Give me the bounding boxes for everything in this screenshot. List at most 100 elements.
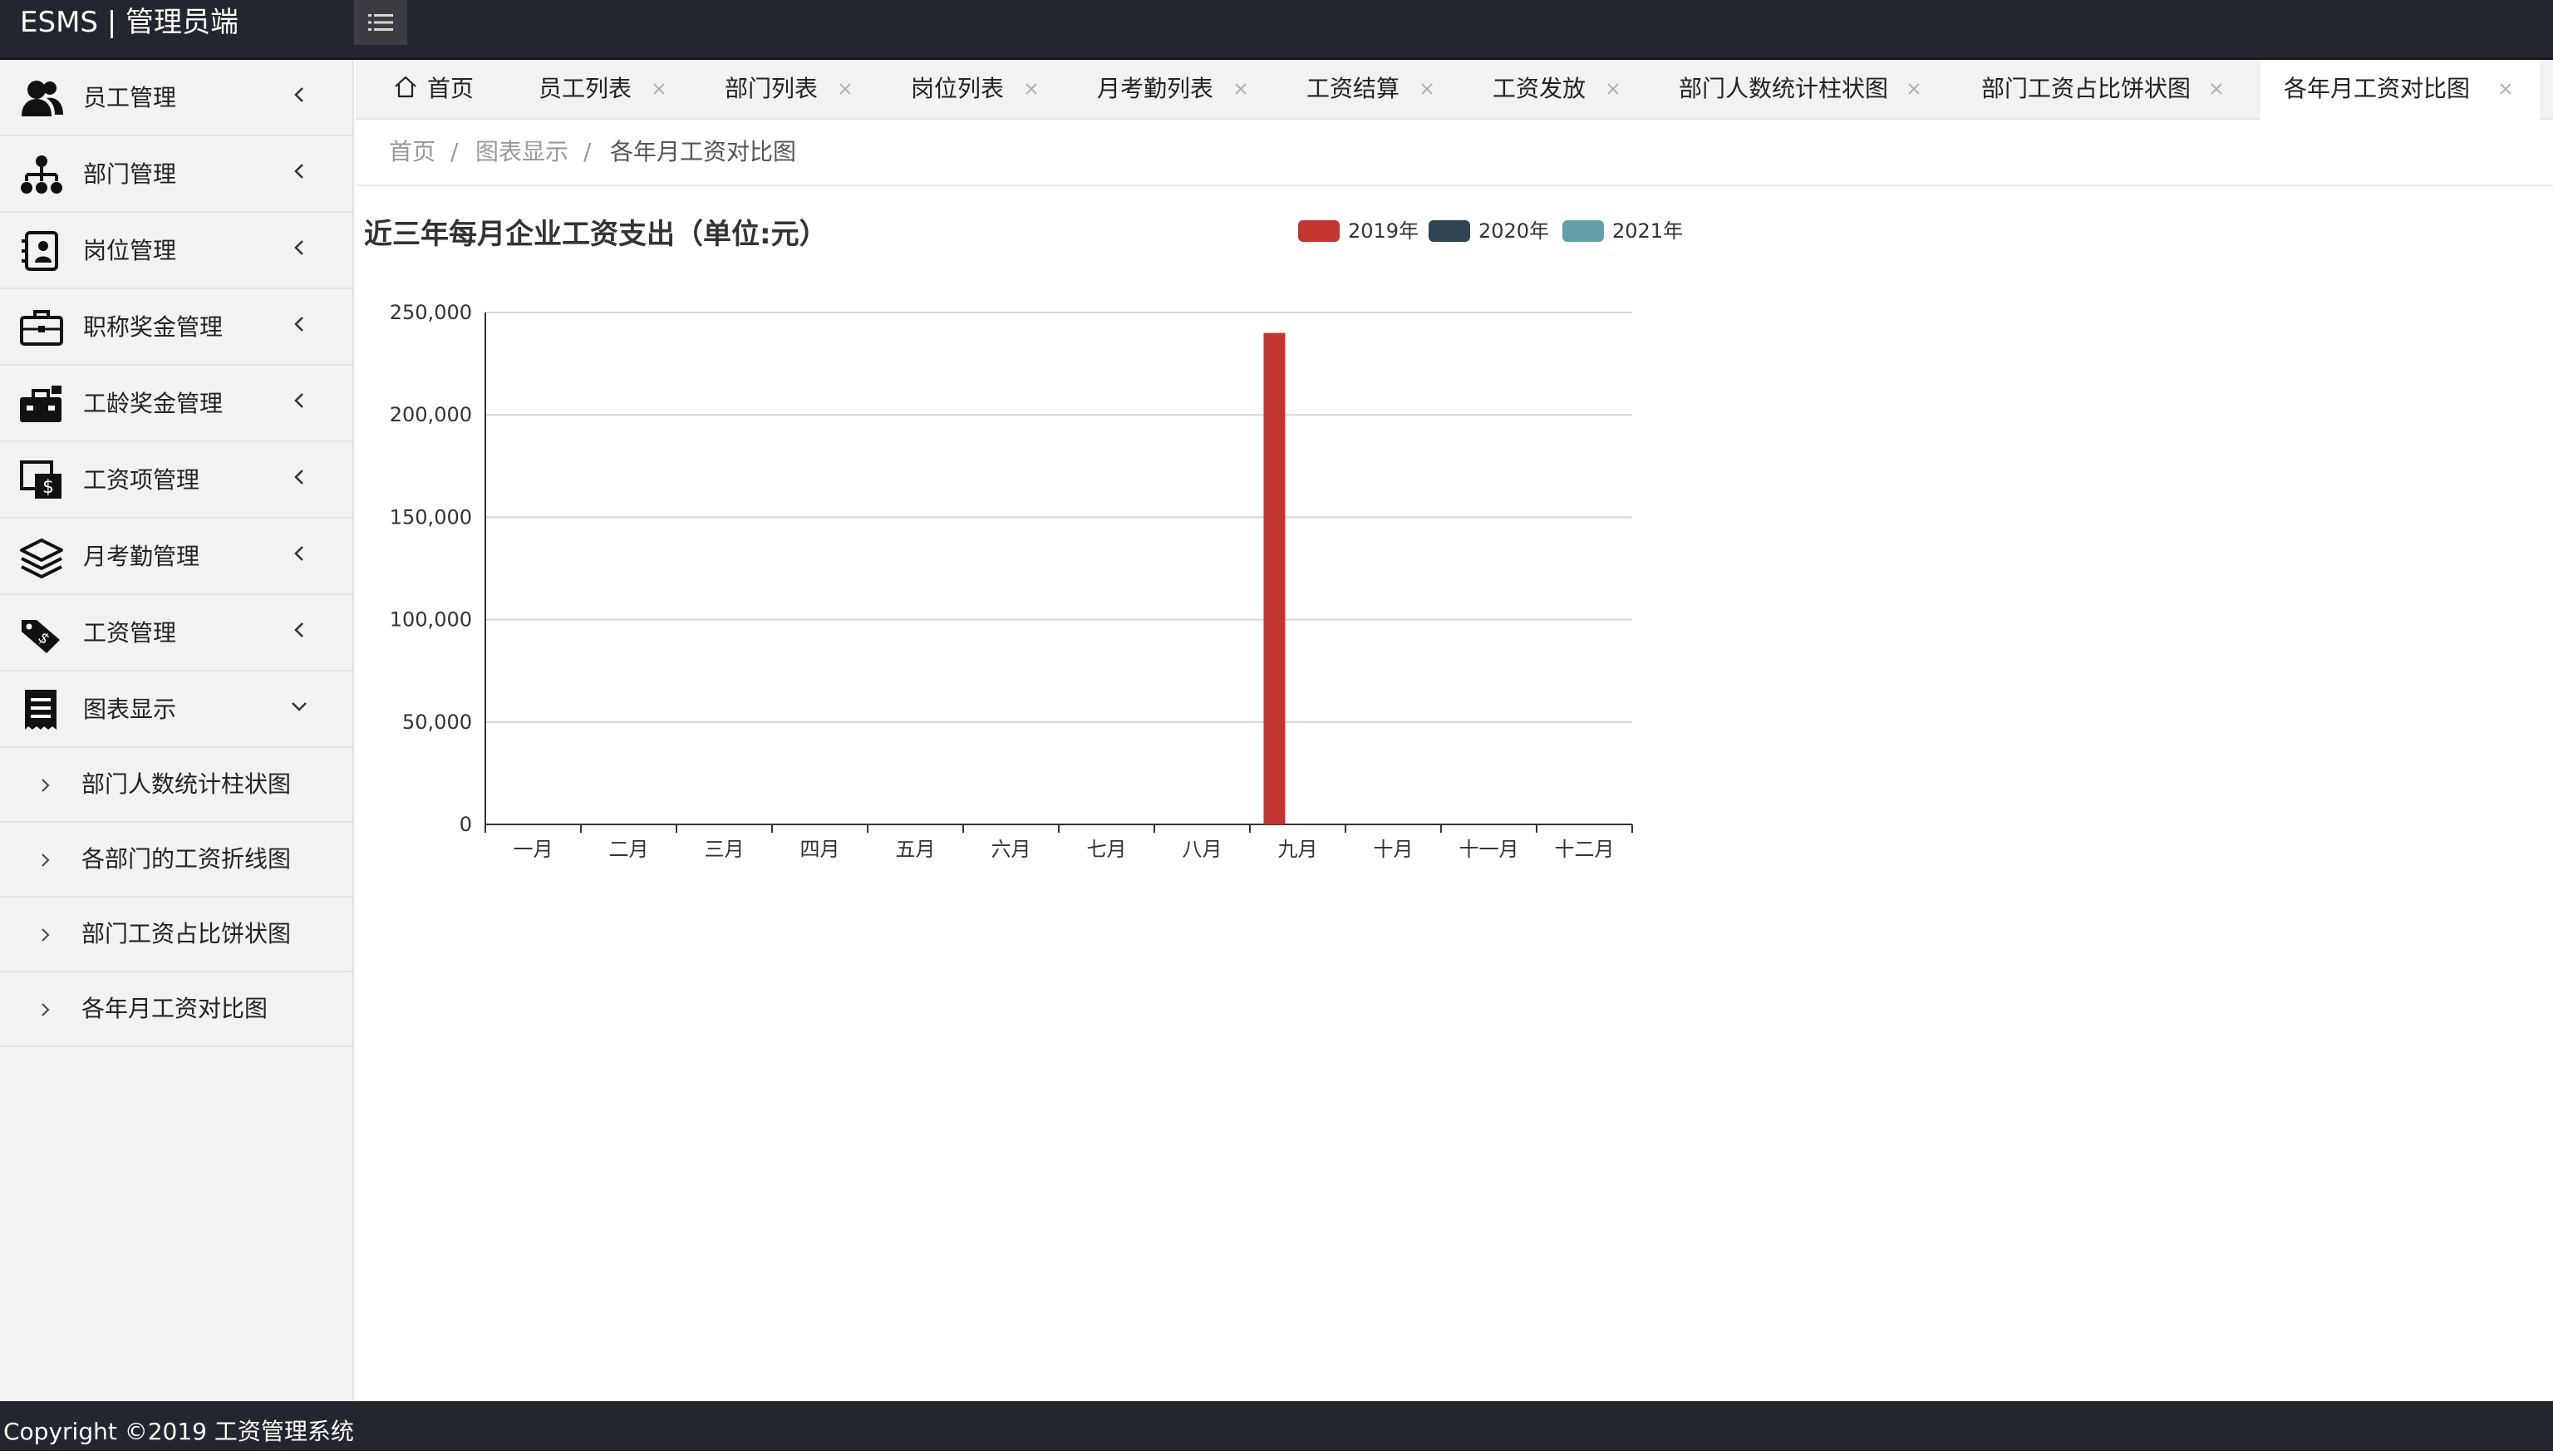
breadcrumb-item-home[interactable]: 首页 <box>389 120 435 184</box>
x-tick-label: 八月 <box>1183 838 1222 861</box>
badge-icon <box>22 231 58 271</box>
tab-salary-payment[interactable]: 工资发放 <box>1493 60 1650 118</box>
x-tick-label: 七月 <box>1087 838 1127 861</box>
users-icon <box>22 81 63 116</box>
sidebar-item-label: 图表显示 <box>83 696 177 723</box>
y-tick-label: 200,000 <box>390 403 472 426</box>
tab-salary-settlement[interactable]: 工资结算 <box>1306 60 1464 118</box>
tab-bar: 首页 员工列表 部门列表 岗位列表 月考勤列表 工资结算 工资发放 部门人数统计… <box>356 60 2553 120</box>
close-icon[interactable] <box>2209 81 2224 96</box>
close-icon[interactable] <box>1606 81 1621 96</box>
y-tick-label: 250,000 <box>390 301 472 324</box>
breadcrumb-separator: / <box>450 138 459 165</box>
sidebar-item-label: 月考勤管理 <box>83 543 200 570</box>
sidebar-item-salary-items[interactable]: $ 工资项管理 <box>0 442 352 519</box>
tab-label: 月考勤列表 <box>1097 75 1214 102</box>
x-tick-label: 四月 <box>800 838 840 861</box>
top-header: ESMS | 管理员端 <box>0 0 2553 60</box>
sidebar: 员工管理 部门管理 岗位管理 职称奖金管理 工龄奖金管理 $ 工资项管理 月考勤… <box>0 60 354 1401</box>
sidebar-item-employee[interactable]: 员工管理 <box>0 60 352 136</box>
chevron-left-icon <box>294 240 303 255</box>
sidebar-subitem-dept-headcount-bar[interactable]: 部门人数统计柱状图 <box>0 748 352 823</box>
chevron-left-icon <box>294 393 303 408</box>
sidebar-item-department[interactable]: 部门管理 <box>0 136 352 213</box>
legend-label: 2020年 <box>1478 219 1550 243</box>
tab-yearly-monthly-salary[interactable]: 各年月工资对比图 <box>2260 60 2540 120</box>
x-tick-label: 三月 <box>705 838 745 861</box>
x-tick-label: 十一月 <box>1459 838 1519 861</box>
sidebar-subitem-yearly-monthly-salary[interactable]: 各年月工资对比图 <box>0 972 352 1047</box>
sitemap-icon <box>21 155 62 194</box>
chevron-left-icon <box>294 546 303 561</box>
breadcrumb-item-charts[interactable]: 图表显示 <box>475 120 568 184</box>
tags-icon: $ <box>22 620 60 653</box>
x-tick-label: 九月 <box>1278 838 1318 861</box>
close-icon[interactable] <box>1906 81 1921 96</box>
close-icon[interactable] <box>1024 81 1039 96</box>
copyright-text: Copyright ©2019 工资管理系统 <box>3 1418 354 1445</box>
tab-label: 工资结算 <box>1306 75 1400 102</box>
chevron-right-icon <box>42 1003 50 1016</box>
close-icon[interactable] <box>1419 81 1434 96</box>
chevron-left-icon <box>294 317 303 332</box>
list-icon <box>368 14 393 31</box>
x-tick-label: 十二月 <box>1555 838 1615 861</box>
x-tick-label: 六月 <box>991 838 1031 861</box>
legend-swatch <box>1562 220 1604 242</box>
salary-comparison-bar-chart: 0 50,000 100,000 150,000 200,000 250,000 一月 二月 三… <box>390 301 1633 861</box>
x-tick-label: 一月 <box>514 838 553 861</box>
sidebar-item-position[interactable]: 岗位管理 <box>0 213 352 289</box>
svg-text:$: $ <box>42 477 54 498</box>
tab-label: 各年月工资对比图 <box>2284 75 2471 102</box>
sidebar-subitem-dept-salary-pie[interactable]: 部门工资占比饼状图 <box>0 898 352 972</box>
salary-items-icon: $ <box>20 460 61 499</box>
menu-toggle-button[interactable] <box>354 0 407 45</box>
sidebar-item-label: 工龄奖金管理 <box>83 390 224 417</box>
home-icon <box>395 76 416 98</box>
x-tick-label: 五月 <box>896 838 936 861</box>
bar <box>1263 332 1286 824</box>
app-brand: ESMS | 管理员端 <box>20 6 239 39</box>
chevron-left-icon <box>294 622 303 637</box>
sidebar-item-salary[interactable]: $ 工资管理 <box>0 595 352 671</box>
sidebar-item-label: 岗位管理 <box>83 237 177 264</box>
x-tick-label: 二月 <box>609 838 649 861</box>
tab-label: 部门工资占比饼状图 <box>1981 75 2191 102</box>
sidebar-item-attendance[interactable]: 月考勤管理 <box>0 519 352 595</box>
chevron-right-icon <box>42 853 50 867</box>
close-icon[interactable] <box>2498 81 2513 96</box>
sidebar-item-charts[interactable]: 图表显示 <box>0 671 352 748</box>
sidebar-item-label: 工资管理 <box>83 619 177 647</box>
tab-label: 员工列表 <box>539 75 632 102</box>
tab-home[interactable]: 首页 <box>392 60 492 118</box>
breadcrumb-item-current: 各年月工资对比图 <box>610 138 797 165</box>
close-icon[interactable] <box>838 81 853 96</box>
sidebar-item-title-bonus[interactable]: 职称奖金管理 <box>0 289 352 366</box>
sidebar-subitem-label: 各年月工资对比图 <box>81 995 268 1022</box>
close-icon[interactable] <box>652 81 667 96</box>
tab-label: 岗位列表 <box>911 75 1005 102</box>
sidebar-subitem-label: 各部门的工资折线图 <box>81 845 292 873</box>
chart-title: 近三年每月企业工资支出（单位:元） <box>364 218 828 251</box>
legend-label: 2019年 <box>1348 219 1419 243</box>
chevron-down-icon <box>292 702 307 711</box>
y-tick-label: 0 <box>460 813 472 836</box>
footer: Copyright ©2019 工资管理系统 <box>0 1401 2553 1451</box>
y-tick-label: 50,000 <box>402 711 472 734</box>
tab-attendance-list[interactable]: 月考勤列表 <box>1097 60 1280 118</box>
tab-label: 部门人数统计柱状图 <box>1679 75 1889 102</box>
y-tick-label: 100,000 <box>390 608 472 632</box>
legend-swatch <box>1429 220 1470 242</box>
chevron-right-icon <box>42 928 50 942</box>
sidebar-item-label: 员工管理 <box>83 84 177 111</box>
tab-position-list[interactable]: 岗位列表 <box>911 60 1069 118</box>
close-icon[interactable] <box>1233 81 1248 96</box>
sidebar-item-label: 工资项管理 <box>83 466 200 494</box>
sidebar-subitem-dept-salary-line[interactable]: 各部门的工资折线图 <box>0 823 352 898</box>
receipt-icon <box>25 690 57 730</box>
tab-employee-list[interactable]: 员工列表 <box>539 60 696 118</box>
sidebar-item-seniority-bonus[interactable]: 工龄奖金管理 <box>0 366 352 442</box>
tab-department-list[interactable]: 部门列表 <box>725 60 883 118</box>
tab-dept-headcount-bar[interactable]: 部门人数统计柱状图 <box>1679 60 1953 118</box>
tab-dept-salary-pie[interactable]: 部门工资占比饼状图 <box>1981 60 2255 118</box>
